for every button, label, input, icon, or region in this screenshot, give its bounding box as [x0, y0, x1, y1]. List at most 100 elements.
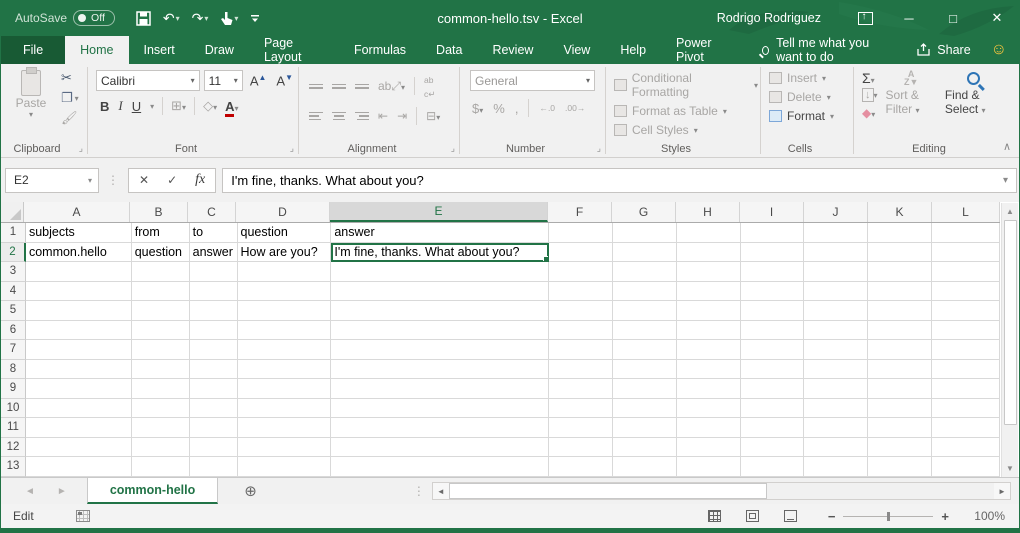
cell-G7[interactable]: [613, 340, 677, 360]
autosave-toggle[interactable]: Off: [73, 10, 115, 26]
format-painter-button[interactable]: 🖌︎: [61, 110, 79, 126]
zoom-slider[interactable]: [843, 516, 933, 517]
collapse-ribbon-button[interactable]: ∧: [1003, 140, 1011, 153]
cell-C7[interactable]: [190, 340, 238, 360]
column-header-D[interactable]: D: [236, 202, 330, 222]
top-align-button[interactable]: [309, 82, 323, 91]
cell-C12[interactable]: [190, 438, 238, 458]
row-header-2[interactable]: 2: [1, 243, 26, 263]
cell-H6[interactable]: [677, 321, 741, 341]
column-header-E[interactable]: E: [330, 202, 548, 222]
sort-filter-button[interactable]: AZ▼ Sort & Filter ▾: [886, 70, 937, 120]
cell-D4[interactable]: [238, 282, 332, 302]
cell-E7[interactable]: [331, 340, 549, 360]
cell-D13[interactable]: [238, 457, 332, 477]
column-header-J[interactable]: J: [804, 202, 868, 222]
cell-E5[interactable]: [331, 301, 549, 321]
cell-L7[interactable]: [932, 340, 1000, 360]
percent-style-button[interactable]: %: [493, 101, 505, 116]
cell-L3[interactable]: [932, 262, 1000, 282]
cell-K5[interactable]: [868, 301, 932, 321]
cell-A12[interactable]: [26, 438, 132, 458]
tab-data[interactable]: Data: [421, 36, 477, 64]
orientation-button[interactable]: ab⤢▾: [378, 79, 405, 94]
cell-B5[interactable]: [132, 301, 190, 321]
cell-A6[interactable]: [26, 321, 132, 341]
cell-K6[interactable]: [868, 321, 932, 341]
undo-button[interactable]: ↶▾: [158, 8, 185, 29]
feedback-smiley-icon[interactable]: ☺: [987, 41, 1019, 59]
column-header-I[interactable]: I: [740, 202, 804, 222]
cell-D3[interactable]: [238, 262, 332, 282]
row-header-5[interactable]: 5: [1, 301, 26, 321]
cell-I4[interactable]: [741, 282, 805, 302]
cell-H10[interactable]: [677, 399, 741, 419]
cell-I9[interactable]: [741, 379, 805, 399]
cell-D9[interactable]: [238, 379, 332, 399]
row-header-11[interactable]: 11: [1, 418, 26, 438]
clear-button[interactable]: ◆▾: [862, 104, 878, 120]
cell-D5[interactable]: [238, 301, 332, 321]
touch-mode-chevron-icon[interactable]: ▾: [234, 14, 238, 23]
cell-D10[interactable]: [238, 399, 332, 419]
cell-L9[interactable]: [932, 379, 1000, 399]
cell-G5[interactable]: [613, 301, 677, 321]
font-size-combo[interactable]: 11 ▾: [204, 70, 243, 91]
cell-K3[interactable]: [868, 262, 932, 282]
cell-I2[interactable]: [741, 243, 805, 263]
paste-chevron-icon[interactable]: ▾: [29, 110, 33, 119]
enter-entry-button[interactable]: ✓: [167, 173, 177, 187]
cell-I11[interactable]: [741, 418, 805, 438]
cell-L8[interactable]: [932, 360, 1000, 380]
cell-G12[interactable]: [613, 438, 677, 458]
tab-draw[interactable]: Draw: [190, 36, 249, 64]
cell-A2[interactable]: common.hello: [26, 243, 132, 263]
bottom-align-button[interactable]: [355, 82, 369, 91]
cell-L13[interactable]: [932, 457, 1000, 477]
cell-F6[interactable]: [549, 321, 613, 341]
cell-G6[interactable]: [613, 321, 677, 341]
bold-button[interactable]: B: [100, 99, 109, 114]
cell-F12[interactable]: [549, 438, 613, 458]
cell-C8[interactable]: [190, 360, 238, 380]
cell-B13[interactable]: [132, 457, 190, 477]
formula-bar-grip[interactable]: ⋮: [107, 173, 120, 187]
cell-D11[interactable]: [238, 418, 332, 438]
cell-B10[interactable]: [132, 399, 190, 419]
cell-H13[interactable]: [677, 457, 741, 477]
new-sheet-button[interactable]: ⊕: [218, 478, 283, 504]
customize-qat-button[interactable]: [245, 10, 265, 26]
cell-B7[interactable]: [132, 340, 190, 360]
formula-input[interactable]: I'm fine, thanks. What about you? ▾: [222, 168, 1017, 193]
accounting-format-button[interactable]: $▾: [472, 101, 483, 116]
cell-B4[interactable]: [132, 282, 190, 302]
increase-indent-button[interactable]: ⇥: [397, 109, 407, 123]
cancel-entry-button[interactable]: ✕: [139, 173, 149, 187]
insert-function-button[interactable]: fx: [195, 172, 205, 188]
tab-file[interactable]: File: [1, 36, 65, 64]
scroll-down-icon[interactable]: ▼: [1002, 460, 1018, 477]
row-header-3[interactable]: 3: [1, 262, 26, 282]
align-left-button[interactable]: [309, 110, 323, 123]
cell-B12[interactable]: [132, 438, 190, 458]
cell-L2[interactable]: [932, 243, 1000, 263]
scroll-up-icon[interactable]: ▲: [1002, 203, 1018, 220]
cell-A3[interactable]: [26, 262, 132, 282]
cell-A11[interactable]: [26, 418, 132, 438]
align-right-button[interactable]: [355, 110, 369, 123]
cell-E12[interactable]: [331, 438, 549, 458]
select-all-corner[interactable]: [1, 202, 24, 222]
cell-D8[interactable]: [238, 360, 332, 380]
cell-J4[interactable]: [804, 282, 868, 302]
row-header-7[interactable]: 7: [1, 340, 26, 360]
cell-K2[interactable]: [868, 243, 932, 263]
autosave-control[interactable]: AutoSave Off: [15, 10, 115, 26]
decrease-font-size-button[interactable]: A▼: [273, 73, 296, 88]
cell-J6[interactable]: [804, 321, 868, 341]
find-select-button[interactable]: Find & Select ▾: [945, 70, 1002, 120]
cell-styles-button[interactable]: Cell Styles▾: [614, 123, 758, 137]
font-name-combo[interactable]: Calibri ▾: [96, 70, 200, 91]
cell-G13[interactable]: [613, 457, 677, 477]
zoom-slider-thumb[interactable]: [887, 512, 890, 521]
row-header-8[interactable]: 8: [1, 360, 26, 380]
